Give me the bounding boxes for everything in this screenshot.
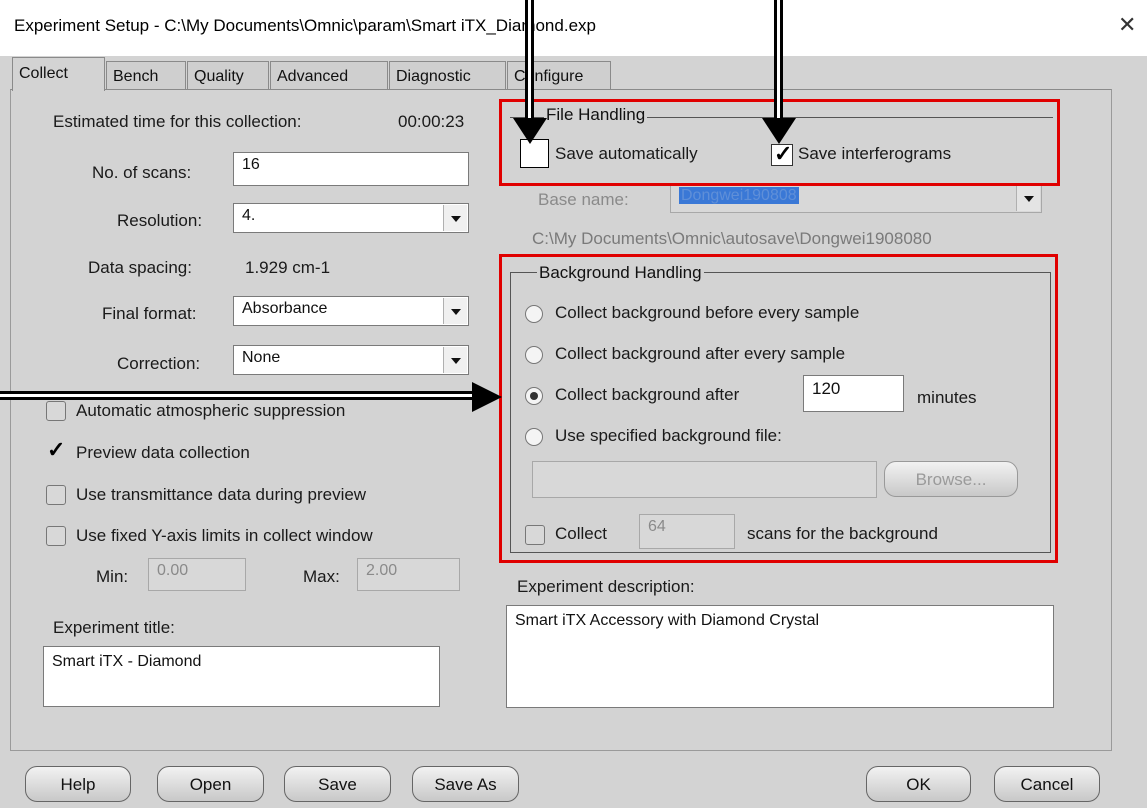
save-button[interactable]: Save (284, 766, 391, 802)
help-button[interactable]: Help (25, 766, 131, 802)
experiment-description-input[interactable]: Smart iTX Accessory with Diamond Crystal (506, 605, 1054, 708)
atmospheric-suppression-label: Automatic atmospheric suppression (76, 401, 346, 420)
fixed-y-axis-label: Use fixed Y-axis limits in collect windo… (76, 526, 373, 545)
chevron-down-icon[interactable] (443, 205, 467, 231)
annotation-arrow-shaft (525, 0, 534, 122)
open-button[interactable]: Open (157, 766, 264, 802)
transmittance-preview-label: Use transmittance data during preview (76, 485, 367, 504)
experiment-description-label: Experiment description: (517, 577, 695, 596)
transmittance-preview-checkbox[interactable] (46, 485, 66, 505)
min-label: Min: (96, 567, 129, 586)
title-bar: Experiment Setup - C:\My Documents\Omnic… (0, 0, 1147, 56)
resolution-label: Resolution: (117, 211, 203, 230)
fixed-y-axis-checkbox[interactable] (46, 526, 66, 546)
annotation-arrow-head-icon (513, 118, 547, 144)
base-name-select[interactable]: Dongwei190808 (670, 183, 1042, 213)
checkmark-icon: ✓ (47, 437, 66, 462)
autosave-path: C:\My Documents\Omnic\autosave\Dongwei19… (532, 229, 932, 248)
min-input[interactable]: 0.00 (148, 558, 246, 591)
scans-input[interactable]: 16 (233, 152, 469, 186)
tab-quality[interactable]: Quality (187, 61, 269, 90)
base-name-value: Dongwei190808 (679, 187, 799, 204)
data-spacing-label: Data spacing: (88, 258, 192, 277)
annotation-box-background-handling (499, 254, 1058, 563)
tab-diagnostic[interactable]: Diagnostic (389, 61, 506, 90)
max-input[interactable]: 2.00 (357, 558, 460, 591)
scans-label: No. of scans: (92, 163, 192, 182)
final-format-select[interactable]: Absorbance (233, 296, 469, 326)
window-title: Experiment Setup - C:\My Documents\Omnic… (14, 16, 596, 35)
correction-label: Correction: (117, 354, 201, 373)
atmospheric-suppression-checkbox[interactable] (46, 401, 66, 421)
experiment-title-input[interactable]: Smart iTX - Diamond (43, 646, 440, 707)
save-as-button[interactable]: Save As (412, 766, 519, 802)
cancel-button[interactable]: Cancel (994, 766, 1100, 802)
resolution-select[interactable]: 4. (233, 203, 469, 233)
annotation-arrow-shaft (774, 0, 783, 122)
final-format-value: Absorbance (242, 300, 328, 317)
experiment-title-label: Experiment title: (53, 618, 175, 637)
chevron-down-icon[interactable] (443, 298, 467, 324)
preview-label: Preview data collection (76, 443, 250, 462)
tab-configure[interactable]: Configure (507, 61, 611, 90)
tab-collect[interactable]: Collect (12, 57, 105, 91)
chevron-down-icon[interactable] (443, 347, 467, 373)
annotation-arrow-head-icon (762, 118, 796, 144)
annotation-arrow-shaft (0, 391, 476, 400)
close-icon[interactable]: ✕ (1118, 14, 1136, 36)
tab-advanced[interactable]: Advanced (270, 61, 388, 90)
ok-button[interactable]: OK (866, 766, 971, 802)
annotation-arrow-head-icon (472, 382, 502, 412)
correction-select[interactable]: None (233, 345, 469, 375)
data-spacing-value: 1.929 cm-1 (245, 258, 331, 277)
max-label: Max: (303, 567, 340, 586)
resolution-value: 4. (242, 207, 256, 224)
base-name-label: Base name: (538, 190, 629, 209)
correction-value: None (242, 349, 281, 366)
chevron-down-icon[interactable] (1016, 185, 1040, 211)
preview-checkbox[interactable]: ✓ (46, 437, 66, 463)
estimated-time-label: Estimated time for this collection: (53, 112, 302, 131)
final-format-label: Final format: (102, 304, 197, 323)
tab-bench[interactable]: Bench (106, 61, 186, 90)
estimated-time-value: 00:00:23 (398, 112, 465, 131)
